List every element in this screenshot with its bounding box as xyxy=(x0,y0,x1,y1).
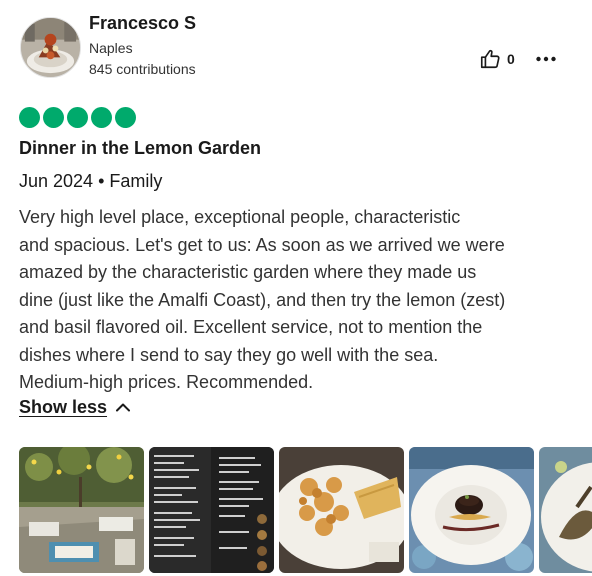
fried-seafood-photo-icon xyxy=(279,447,404,573)
rating-bubble xyxy=(43,107,64,128)
photo-menu[interactable] xyxy=(149,447,274,573)
plated-dish-photo-icon xyxy=(409,447,534,573)
review-text-line: amazed by the characteristic garden wher… xyxy=(19,262,477,282)
helpful-count: 0 xyxy=(507,51,515,67)
thumbs-up-icon xyxy=(480,49,500,69)
review-text: Very high level place, exceptional peopl… xyxy=(19,204,579,397)
photo-fried-seafood[interactable] xyxy=(279,447,404,573)
more-options-icon xyxy=(536,56,556,62)
review-text-line: dishes where I send to say they go well … xyxy=(19,344,439,365)
garden-photo-icon xyxy=(19,447,144,573)
review-title[interactable]: Dinner in the Lemon Garden xyxy=(19,138,261,159)
photo-lemon-garden[interactable] xyxy=(19,447,144,573)
review-text-line: and basil flavored oil. Excellent servic… xyxy=(19,317,483,337)
rating-bubble xyxy=(67,107,88,128)
review-text-line: Medium-high prices. Recommended. xyxy=(19,372,314,392)
seafood-plate-photo-icon xyxy=(539,447,592,573)
reviewer-contributions: 845 contributions xyxy=(89,61,196,77)
review-date-trip-type: Jun 2024 • Family xyxy=(19,171,163,191)
rating-bubble xyxy=(115,107,136,128)
reviewer-location: Naples xyxy=(89,40,133,56)
avatar-photo-icon xyxy=(21,18,80,77)
photo-plated-dish[interactable] xyxy=(409,447,534,573)
helpful-vote-button[interactable]: 0 xyxy=(479,48,515,70)
review-text-line: Very high level place, exceptional peopl… xyxy=(19,207,461,227)
review-text-line: and spacious. Let's get to us: As soon a… xyxy=(19,234,505,255)
reviewer-name[interactable]: Francesco S xyxy=(89,13,196,34)
more-options-button[interactable] xyxy=(534,48,558,70)
reviewer-avatar[interactable] xyxy=(20,17,81,78)
photo-seafood-plate[interactable] xyxy=(539,447,592,573)
menu-photo-icon xyxy=(149,447,274,573)
rating-bubbles xyxy=(19,107,136,129)
chevron-up-icon xyxy=(116,403,131,412)
show-less-button[interactable]: Show less xyxy=(19,396,131,418)
rating-bubble xyxy=(19,107,40,128)
review-text-line: dine (just like the Amalfi Coast), and t… xyxy=(19,289,506,310)
rating-bubble xyxy=(91,107,112,128)
review-photos xyxy=(19,447,592,573)
show-less-label: Show less xyxy=(19,396,108,417)
